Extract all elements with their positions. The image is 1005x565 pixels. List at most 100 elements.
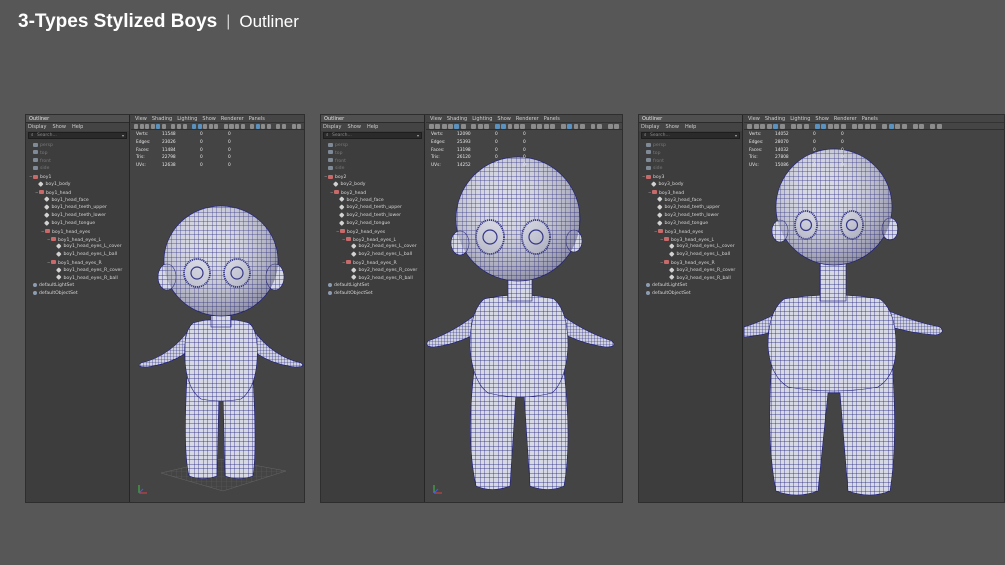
- menu-show[interactable]: Show: [497, 115, 511, 122]
- toolbar-button-icon[interactable]: [851, 124, 857, 129]
- menu-view[interactable]: View: [748, 115, 760, 122]
- toolbar-button-icon[interactable]: [471, 124, 477, 129]
- outliner-search-input[interactable]: ⌕ Search... ▾: [323, 132, 422, 139]
- toolbar-button-icon[interactable]: [484, 124, 489, 129]
- toolbar-button-icon[interactable]: [773, 124, 778, 129]
- outliner-item[interactable]: defaultLightSet: [26, 282, 129, 290]
- toolbar-button-icon[interactable]: [797, 124, 802, 129]
- toolbar-button-icon[interactable]: [477, 124, 483, 129]
- toolbar-button-icon[interactable]: [435, 124, 441, 129]
- outliner-item[interactable]: boy3_head_eyes_R_cover: [639, 266, 742, 275]
- outliner-item[interactable]: defaultLightSet: [639, 282, 742, 290]
- toolbar-button-icon[interactable]: [537, 124, 543, 129]
- toolbar-button-icon[interactable]: [161, 124, 166, 129]
- outliner-item[interactable]: boy1_head_eyes_R_cover: [26, 266, 129, 275]
- outliner-item[interactable]: boy2_head_teeth_upper: [321, 204, 424, 212]
- menu-renderer[interactable]: Renderer: [516, 115, 539, 122]
- outliner-item[interactable]: boy1_head_teeth_lower: [26, 212, 129, 220]
- outliner-item[interactable]: boy3_head_eyes_R_ball: [639, 274, 742, 283]
- toolbar-button-icon[interactable]: [864, 124, 870, 129]
- outliner-item[interactable]: persp: [321, 142, 424, 150]
- menu-show[interactable]: Show: [202, 115, 216, 122]
- toolbar-button-icon[interactable]: [753, 124, 759, 129]
- toolbar-button-icon[interactable]: [543, 124, 549, 129]
- toolbar-button-icon[interactable]: [266, 124, 271, 129]
- toolbar-button-icon[interactable]: [255, 124, 260, 129]
- toolbar-button-icon[interactable]: [429, 124, 434, 129]
- menu-help[interactable]: Help: [367, 123, 378, 131]
- outliner-item[interactable]: − boy2_head: [321, 189, 424, 197]
- menu-lighting[interactable]: Lighting: [177, 115, 197, 122]
- toolbar-button-icon[interactable]: [229, 124, 234, 129]
- toolbar-button-icon[interactable]: [139, 124, 144, 129]
- toolbar-button-icon[interactable]: [882, 124, 887, 129]
- toolbar-button-icon[interactable]: [182, 124, 187, 129]
- toolbar-button-icon[interactable]: [276, 124, 281, 129]
- toolbar-button-icon[interactable]: [747, 124, 752, 129]
- viewport-scene[interactable]: [131, 131, 304, 502]
- toolbar-button-icon[interactable]: [936, 124, 942, 129]
- toolbar-button-icon[interactable]: [607, 124, 613, 129]
- outliner-item[interactable]: defaultObjectSet: [26, 290, 129, 298]
- toolbar-button-icon[interactable]: [858, 124, 863, 129]
- toolbar-button-icon[interactable]: [176, 124, 182, 129]
- toolbar-button-icon[interactable]: [834, 124, 839, 129]
- toolbar-button-icon[interactable]: [261, 124, 266, 129]
- menu-display[interactable]: Display: [323, 123, 341, 131]
- toolbar-button-icon[interactable]: [596, 124, 602, 129]
- toolbar-button-icon[interactable]: [171, 124, 176, 129]
- toolbar-button-icon[interactable]: [520, 124, 526, 129]
- menu-view[interactable]: View: [135, 115, 147, 122]
- outliner-item[interactable]: − boy3: [639, 173, 742, 181]
- toolbar-button-icon[interactable]: [281, 124, 287, 129]
- menu-renderer[interactable]: Renderer: [221, 115, 244, 122]
- toolbar-button-icon[interactable]: [573, 124, 579, 129]
- toolbar-button-icon[interactable]: [614, 124, 619, 129]
- outliner-item[interactable]: boy1_head_face: [26, 196, 129, 205]
- menu-lighting[interactable]: Lighting: [790, 115, 810, 122]
- menu-show[interactable]: Show: [665, 123, 679, 131]
- outliner-item[interactable]: boy2_head_eyes_R_cover: [321, 266, 424, 275]
- viewport-scene[interactable]: [743, 131, 1004, 502]
- outliner-item[interactable]: − boy3_head_eyes_L: [639, 236, 742, 244]
- toolbar-button-icon[interactable]: [803, 124, 809, 129]
- menu-lighting[interactable]: Lighting: [472, 115, 492, 122]
- toolbar-button-icon[interactable]: [779, 124, 785, 129]
- menu-display[interactable]: Display: [641, 123, 659, 131]
- menu-panels[interactable]: Panels: [862, 115, 878, 122]
- outliner-item[interactable]: boy3_body: [639, 181, 742, 189]
- toolbar-button-icon[interactable]: [297, 124, 302, 129]
- outliner-item[interactable]: boy1_head_eyes_L_ball: [26, 251, 129, 259]
- toolbar-button-icon[interactable]: [513, 124, 519, 129]
- outliner-item[interactable]: boy2_body: [321, 181, 424, 189]
- search-dropdown-icon[interactable]: ▾: [735, 133, 737, 138]
- outliner-item[interactable]: − boy1_head_eyes_L: [26, 236, 129, 244]
- toolbar-button-icon[interactable]: [550, 124, 555, 129]
- outliner-item[interactable]: defaultLightSet: [321, 282, 424, 290]
- menu-view[interactable]: View: [430, 115, 442, 122]
- outliner-item[interactable]: front: [639, 158, 742, 166]
- menu-help[interactable]: Help: [72, 123, 83, 131]
- toolbar-button-icon[interactable]: [766, 124, 772, 129]
- toolbar-button-icon[interactable]: [240, 124, 245, 129]
- outliner-item[interactable]: persp: [639, 142, 742, 150]
- menu-shading[interactable]: Shading: [447, 115, 467, 122]
- outliner-item[interactable]: side: [26, 165, 129, 173]
- outliner-item[interactable]: top: [639, 150, 742, 158]
- menu-shading[interactable]: Shading: [152, 115, 172, 122]
- toolbar-button-icon[interactable]: [448, 124, 453, 129]
- toolbar-button-icon[interactable]: [760, 124, 765, 129]
- outliner-item[interactable]: top: [26, 150, 129, 158]
- outliner-item[interactable]: boy2_head_face: [321, 196, 424, 205]
- outliner-item[interactable]: − boy1_head: [26, 189, 129, 197]
- outliner-item[interactable]: front: [26, 158, 129, 166]
- toolbar-button-icon[interactable]: [871, 124, 876, 129]
- outliner-item[interactable]: front: [321, 158, 424, 166]
- toolbar-button-icon[interactable]: [567, 124, 572, 129]
- toolbar-button-icon[interactable]: [888, 124, 894, 129]
- outliner-item[interactable]: boy3_head_teeth_lower: [639, 212, 742, 220]
- outliner-item[interactable]: defaultObjectSet: [321, 290, 424, 298]
- toolbar-button-icon[interactable]: [827, 124, 833, 129]
- toolbar-button-icon[interactable]: [821, 124, 826, 129]
- outliner-item[interactable]: boy2_head_eyes_L_ball: [321, 251, 424, 259]
